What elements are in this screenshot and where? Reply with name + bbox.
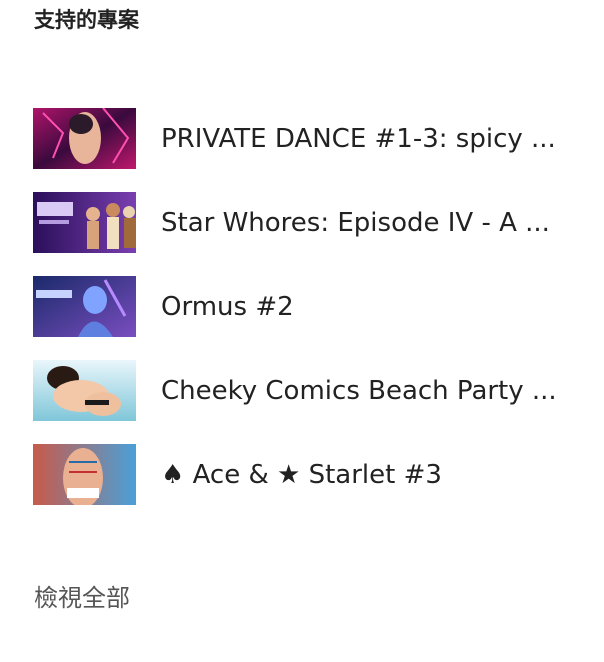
project-title[interactable]: ♠ Ace & ★ Starlet #3 bbox=[161, 458, 442, 492]
project-thumbnail[interactable] bbox=[33, 108, 136, 169]
project-thumbnail[interactable] bbox=[33, 192, 136, 253]
project-item[interactable]: ♠ Ace & ★ Starlet #3 bbox=[33, 444, 583, 505]
project-title[interactable]: Ormus #2 bbox=[161, 290, 294, 324]
project-thumbnail[interactable] bbox=[33, 276, 136, 337]
project-item[interactable]: Ormus #2 bbox=[33, 276, 583, 337]
supported-projects-list: PRIVATE DANCE #1-3: spicy ... Star Whore… bbox=[33, 108, 583, 528]
project-item[interactable]: PRIVATE DANCE #1-3: spicy ... bbox=[33, 108, 583, 169]
project-item[interactable]: Cheeky Comics Beach Party ... bbox=[33, 360, 583, 421]
project-item[interactable]: Star Whores: Episode IV - A ... bbox=[33, 192, 583, 253]
section-title: 支持的專案 bbox=[34, 8, 139, 32]
project-title[interactable]: PRIVATE DANCE #1-3: spicy ... bbox=[161, 122, 556, 156]
project-thumbnail[interactable] bbox=[33, 444, 136, 505]
project-title[interactable]: Cheeky Comics Beach Party ... bbox=[161, 374, 557, 408]
project-title[interactable]: Star Whores: Episode IV - A ... bbox=[161, 206, 550, 240]
project-thumbnail[interactable] bbox=[33, 360, 136, 421]
view-all-link[interactable]: 檢視全部 bbox=[34, 582, 130, 614]
